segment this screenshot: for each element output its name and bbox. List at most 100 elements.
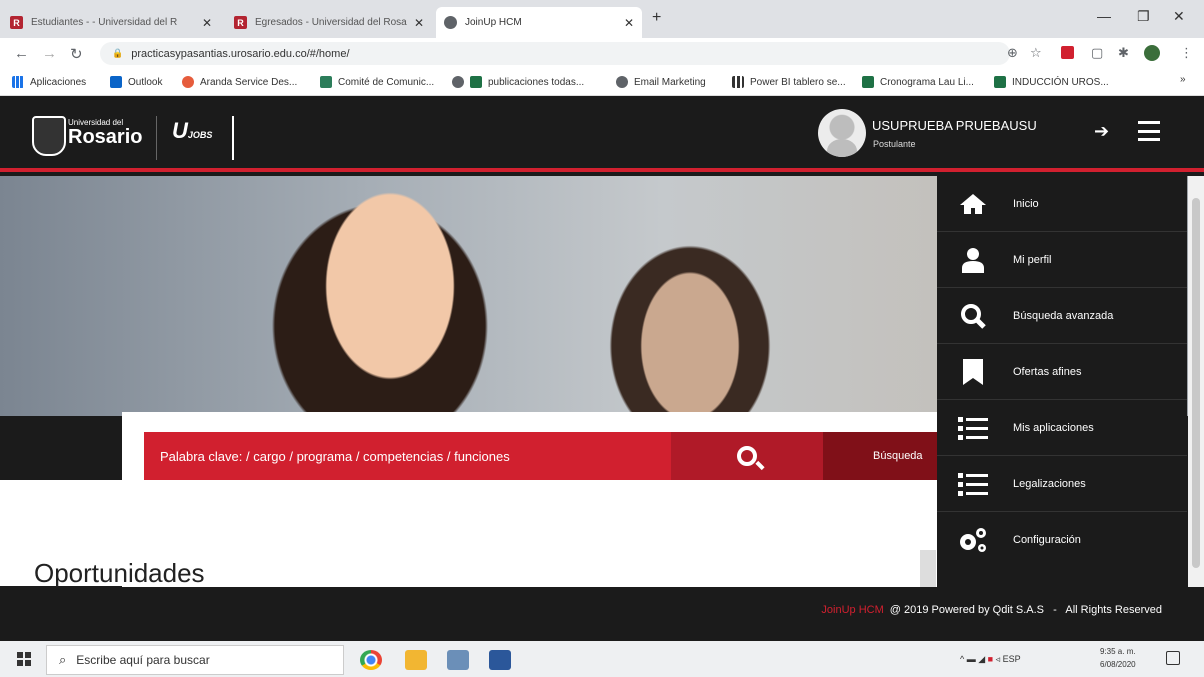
taskbar-search-input[interactable]: ⌕ Escribe aquí para buscar <box>46 645 344 675</box>
page-scrollbar[interactable] <box>1188 176 1204 632</box>
system-tray[interactable]: ^ ▬ ◢ ■ ◃ ESP <box>960 654 1021 665</box>
bookmark-item[interactable]: Email Marketing <box>616 73 706 91</box>
header-separator <box>232 116 234 160</box>
word-icon[interactable] <box>489 650 511 670</box>
outlook-icon <box>110 76 122 88</box>
logo-divider <box>156 116 157 160</box>
bookmark-item[interactable]: INDUCCIÓN UROS... <box>994 73 1109 91</box>
forward-icon[interactable]: → <box>42 45 57 62</box>
close-tab-icon[interactable]: ✕ <box>202 16 212 30</box>
bookmark-label: Comité de Comunic... <box>338 76 435 88</box>
file-explorer-icon[interactable] <box>405 650 427 670</box>
hamburger-menu-icon[interactable] <box>1138 121 1160 141</box>
avatar[interactable] <box>818 109 866 157</box>
taskbar-search-placeholder: Escribe aquí para buscar <box>76 653 210 667</box>
clock-time: 9:35 a. m. <box>1100 647 1136 656</box>
user-role: Postulante <box>873 139 916 149</box>
bookmark-item[interactable]: Aranda Service Des... <box>182 73 297 91</box>
tab-title: Estudiantes - - Universidad del R <box>31 17 178 28</box>
notification-icon[interactable] <box>1166 651 1180 665</box>
menu-label: Configuración <box>1013 534 1081 546</box>
ujobs-text: JOBS <box>187 130 213 140</box>
logo-big-text: Rosario <box>68 126 143 148</box>
restore-icon[interactable]: ❐ <box>1137 8 1150 25</box>
search-button[interactable] <box>671 432 823 480</box>
menu-item-inicio[interactable]: Inicio <box>937 176 1187 232</box>
url-text: practicasypasantias.urosario.edu.co/#/ho… <box>131 47 350 60</box>
tab-joinup[interactable]: JoinUp HCM ✕ <box>436 7 642 38</box>
menu-item-ofertas-afines[interactable]: Ofertas afines <box>937 344 1187 400</box>
advanced-search-label: Búsqueda <box>873 450 923 462</box>
footer-brand-link[interactable]: JoinUp HCM <box>821 604 883 616</box>
logout-icon[interactable]: ➔ <box>1094 121 1109 142</box>
windows-start-icon[interactable] <box>17 652 31 666</box>
excel-icon <box>994 76 1006 88</box>
bookmark-item[interactable]: Comité de Comunic... <box>320 73 434 91</box>
bookmark-item[interactable]: publicaciones todas... <box>452 73 584 91</box>
keyword-search-input[interactable]: Palabra clave: / cargo / programa / comp… <box>144 432 671 480</box>
chrome-icon[interactable] <box>360 650 382 670</box>
rosario-favicon-icon: R <box>10 16 23 29</box>
close-tab-icon[interactable]: ✕ <box>414 16 424 30</box>
search-icon <box>737 446 757 466</box>
sharepoint-icon <box>320 76 332 88</box>
bookmark-label: publicaciones todas... <box>488 76 585 88</box>
list-icon <box>953 469 993 499</box>
app-icon[interactable] <box>447 650 469 670</box>
profile-avatar[interactable] <box>1144 45 1160 61</box>
home-icon <box>953 189 993 219</box>
tab-egresados[interactable]: R Egresados - Universidad del Rosa ✕ <box>226 7 432 38</box>
bookmark-label: Aplicaciones <box>30 76 87 88</box>
bookmark-item[interactable]: Aplicaciones <box>12 73 86 91</box>
advanced-search-button[interactable]: Búsqueda <box>823 432 937 480</box>
menu-label: Ofertas afines <box>1013 365 1082 378</box>
section-title: Oportunidades <box>34 558 205 588</box>
extension-icon[interactable]: ▢ <box>1091 45 1103 61</box>
tray-language: ESP <box>1002 654 1021 664</box>
zoom-icon[interactable]: ⊕ <box>1007 45 1018 61</box>
minimize-icon[interactable]: — <box>1097 8 1111 24</box>
back-icon[interactable]: ← <box>14 45 29 62</box>
bookmark-item[interactable]: Power BI tablero se... <box>732 73 846 91</box>
page-footer: JoinUp HCM @ 2019 Powered by Qdit S.A.S … <box>0 587 1204 632</box>
menu-item-legalizaciones[interactable]: Legalizaciones <box>937 456 1187 512</box>
tab-title: JoinUp HCM <box>465 17 522 28</box>
bookmarks-overflow-icon[interactable]: » <box>1180 74 1186 85</box>
kebab-menu-icon[interactable]: ⋮ <box>1180 45 1193 61</box>
tab-estudiantes[interactable]: R Estudiantes - - Universidad del R ✕ <box>2 7 220 38</box>
list-icon <box>953 413 993 443</box>
scrollbar-thumb[interactable] <box>1192 198 1200 568</box>
menu-label: Inicio <box>1013 197 1039 210</box>
bookmark-item[interactable]: Cronograma Lau Li... <box>862 73 974 91</box>
puzzle-icon[interactable]: ✱ <box>1118 45 1129 61</box>
bookmark-label: Outlook <box>128 76 163 88</box>
search-icon <box>953 301 993 331</box>
menu-item-mis-aplicaciones[interactable]: Mis aplicaciones <box>937 400 1187 456</box>
lock-icon: 🔒 <box>112 48 124 58</box>
inner-scrollbar[interactable] <box>920 550 936 588</box>
new-tab-icon[interactable]: + <box>652 9 661 27</box>
bookmark-item[interactable]: Outlook <box>110 73 162 91</box>
taskbar-clock[interactable]: 9:35 a. m. 6/08/2020 <box>1100 645 1136 671</box>
url-input[interactable]: 🔒 practicasypasantias.urosario.edu.co/#/… <box>100 42 1010 65</box>
menu-label: Mis aplicaciones <box>1013 421 1094 434</box>
close-tab-icon[interactable]: ✕ <box>624 16 634 30</box>
excel-icon <box>470 76 482 88</box>
close-window-icon[interactable]: ✕ <box>1173 8 1185 25</box>
menu-item-configuracion[interactable]: Configuración <box>937 512 1187 568</box>
menu-item-busqueda-avanzada[interactable]: Búsqueda avanzada <box>937 288 1187 344</box>
bookmark-label: INDUCCIÓN UROS... <box>1012 76 1109 88</box>
university-logo[interactable]: Universidad del Rosario <box>30 118 142 147</box>
clock-date: 6/08/2020 <box>1100 660 1136 669</box>
user-name: USUPRUEBA PRUEBAUSU <box>872 118 1037 133</box>
reload-icon[interactable]: ↻ <box>70 45 83 63</box>
menu-item-mi-perfil[interactable]: Mi perfil <box>937 232 1187 288</box>
globe-icon <box>616 76 628 88</box>
user-icon <box>953 245 993 275</box>
menu-label: Búsqueda avanzada <box>1013 309 1114 322</box>
extension-icon[interactable] <box>1061 46 1074 59</box>
gears-icon <box>953 525 993 555</box>
globe-icon <box>444 16 457 29</box>
star-icon[interactable]: ☆ <box>1030 45 1042 61</box>
bookmark-label: Aranda Service Des... <box>200 76 298 88</box>
